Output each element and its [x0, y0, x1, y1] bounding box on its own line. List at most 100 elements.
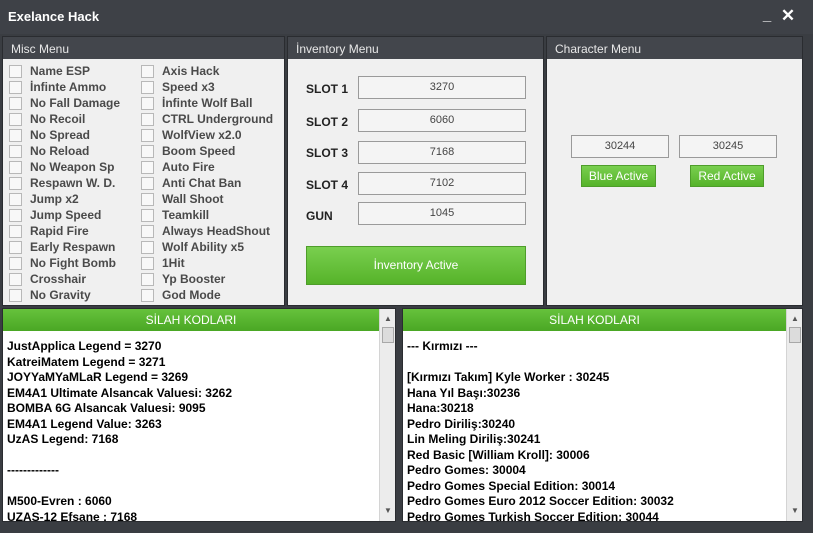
checkbox-option[interactable]: Respawn W. D. [9, 175, 115, 191]
checkbox-label: No Fight Bomb [30, 256, 116, 270]
checkbox[interactable] [141, 208, 154, 222]
checkbox[interactable] [9, 80, 22, 94]
slot-4-input[interactable]: 7102 [358, 172, 526, 195]
checkbox[interactable] [9, 256, 22, 270]
scroll-thumb[interactable] [789, 327, 801, 343]
left-scrollbar[interactable]: ▲ ▼ [379, 309, 395, 521]
checkbox-option[interactable]: Yp Booster [141, 271, 225, 287]
slot-3-input[interactable]: 7168 [358, 141, 526, 164]
checkbox[interactable] [9, 176, 22, 190]
slot-2-input[interactable]: 6060 [358, 109, 526, 132]
checkbox[interactable] [141, 80, 154, 94]
checkbox[interactable] [9, 192, 22, 206]
code-line: Pedro Gomes Euro 2012 Soccer Edition: 30… [407, 494, 674, 508]
checkbox-option[interactable]: God Mode [141, 287, 221, 303]
checkbox[interactable] [9, 208, 22, 222]
checkbox-label: No Gravity [30, 288, 91, 302]
weapon-codes-right-header: SİLAH KODLARI [403, 309, 786, 331]
red-character-input[interactable]: 30245 [679, 135, 777, 158]
checkbox[interactable] [9, 224, 22, 238]
checkbox-option[interactable]: No Fall Damage [9, 95, 120, 111]
code-line: [Kırmızı Takım] Kyle Worker : 30245 [407, 370, 610, 384]
inventory-active-button[interactable]: İnventory Active [306, 246, 526, 285]
gun-label: GUN [306, 209, 333, 223]
checkbox-option[interactable]: 1Hit [141, 255, 185, 271]
checkbox[interactable] [141, 96, 154, 110]
minimize-button[interactable]: _ [757, 6, 777, 26]
checkbox[interactable] [141, 176, 154, 190]
checkbox-option[interactable]: Rapid Fire [9, 223, 89, 239]
checkbox[interactable] [141, 288, 154, 302]
scroll-down-icon[interactable]: ▼ [787, 503, 803, 519]
right-scrollbar[interactable]: ▲ ▼ [786, 309, 802, 521]
checkbox-option[interactable]: İnfinte Wolf Ball [141, 95, 252, 111]
checkbox-option[interactable]: Boom Speed [141, 143, 235, 159]
checkbox[interactable] [9, 288, 22, 302]
checkbox[interactable] [9, 272, 22, 286]
checkbox-option[interactable]: No Fight Bomb [9, 255, 116, 271]
code-line: Lin Meling Diriliş:30241 [407, 432, 541, 446]
checkbox[interactable] [141, 272, 154, 286]
checkbox[interactable] [141, 112, 154, 126]
checkbox-option[interactable]: CTRL Underground [141, 111, 273, 127]
checkbox-label: Always HeadShout [162, 224, 271, 238]
scroll-up-icon[interactable]: ▲ [787, 311, 803, 327]
checkbox-option[interactable]: Anti Chat Ban [141, 175, 241, 191]
checkbox-option[interactable]: No Recoil [9, 111, 85, 127]
checkbox[interactable] [141, 128, 154, 142]
slot-1-input[interactable]: 3270 [358, 76, 526, 99]
checkbox[interactable] [9, 240, 22, 254]
checkbox-option[interactable]: Name ESP [9, 63, 90, 79]
close-button[interactable]: ✕ [778, 6, 798, 26]
checkbox[interactable] [9, 112, 22, 126]
blue-active-button[interactable]: Blue Active [581, 165, 656, 187]
scroll-down-icon[interactable]: ▼ [380, 503, 396, 519]
checkbox[interactable] [9, 144, 22, 158]
blue-character-input[interactable]: 30244 [571, 135, 669, 158]
checkbox-label: 1Hit [162, 256, 185, 270]
checkbox-option[interactable]: Wolf Ability x5 [141, 239, 244, 255]
checkbox[interactable] [141, 224, 154, 238]
code-line: UZAS-12 Efsane : 7168 [7, 509, 138, 524]
title-bar: Exelance Hack _ ✕ [0, 0, 813, 34]
checkbox[interactable] [141, 64, 154, 78]
checkbox-label: Rapid Fire [30, 224, 89, 238]
checkbox-option[interactable]: Jump x2 [9, 191, 79, 207]
gun-input[interactable]: 1045 [358, 202, 526, 225]
checkbox[interactable] [141, 144, 154, 158]
checkbox-option[interactable]: WolfView x2.0 [141, 127, 242, 143]
checkbox[interactable] [9, 96, 22, 110]
checkbox-option[interactable]: Always HeadShout [141, 223, 270, 239]
scroll-up-icon[interactable]: ▲ [380, 311, 396, 327]
checkbox-option[interactable]: Axis Hack [141, 63, 219, 79]
checkbox-option[interactable]: No Reload [9, 143, 89, 159]
scroll-thumb[interactable] [382, 327, 394, 343]
checkbox-label: Auto Fire [162, 160, 215, 174]
checkbox-option[interactable]: No Gravity [9, 287, 91, 303]
checkbox[interactable] [141, 192, 154, 206]
checkbox-option[interactable]: İnfinte Ammo [9, 79, 106, 95]
checkbox-label: WolfView x2.0 [162, 128, 242, 142]
checkbox[interactable] [9, 128, 22, 142]
weapon-codes-right[interactable]: SİLAH KODLARI --- Kırmızı --- [Kırmızı Ta… [402, 308, 803, 524]
checkbox-option[interactable]: No Spread [9, 127, 90, 143]
checkbox-option[interactable]: Crosshair [9, 271, 86, 287]
inventory-menu-header: İnventory Menu [288, 37, 543, 59]
checkbox-option[interactable]: Wall Shoot [141, 191, 224, 207]
checkbox-option[interactable]: Speed x3 [141, 79, 215, 95]
checkbox[interactable] [141, 240, 154, 254]
checkbox[interactable] [9, 64, 22, 78]
code-line: Hana Yıl Başı:30236 [407, 385, 521, 400]
checkbox-option[interactable]: No Weapon Sp [9, 159, 114, 175]
weapon-codes-left[interactable]: SİLAH KODLARI JustApplica Legend = 3270 K… [2, 308, 396, 524]
checkbox-option[interactable]: Jump Speed [9, 207, 101, 223]
red-active-button[interactable]: Red Active [690, 165, 764, 187]
checkbox[interactable] [141, 256, 154, 270]
checkbox[interactable] [9, 160, 22, 174]
checkbox-label: Wall Shoot [162, 192, 224, 206]
checkbox-option[interactable]: Auto Fire [141, 159, 215, 175]
checkbox[interactable] [141, 160, 154, 174]
checkbox-option[interactable]: Teamkill [141, 207, 209, 223]
misc-menu-panel: Misc Menu Name ESP İnfinte Ammo No Fall Da… [2, 36, 285, 306]
checkbox-option[interactable]: Early Respawn [9, 239, 115, 255]
